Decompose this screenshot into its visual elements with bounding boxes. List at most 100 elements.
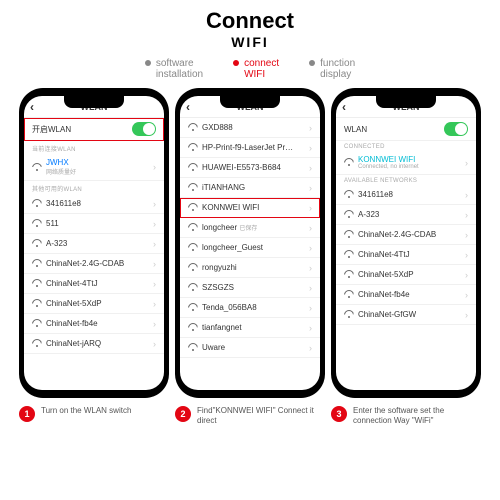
back-icon[interactable]: ‹: [342, 100, 346, 114]
network-row[interactable]: tianfangnet›: [180, 318, 320, 338]
toggle-on-icon[interactable]: [444, 122, 468, 136]
section-header: 其他可用的WLAN: [24, 181, 164, 194]
wifi-icon: [188, 344, 197, 351]
wifi-icon: [32, 280, 41, 287]
page-header: Connect WIFI: [0, 0, 500, 52]
step-number-badge: 3: [331, 406, 347, 422]
konnwei-wifi-row[interactable]: KONNWEI WIFI ›: [180, 198, 320, 218]
network-row[interactable]: ChinaNet-2.4G-CDAB›: [24, 254, 164, 274]
chevron-right-icon: ›: [465, 250, 468, 260]
wifi-icon: [32, 220, 41, 227]
network-row[interactable]: ChinaNet-4TtJ›: [336, 245, 476, 265]
network-row[interactable]: SZSGZS›: [180, 278, 320, 298]
wifi-icon: [188, 304, 197, 311]
caption-1: 1Turn on the WLAN switch: [19, 406, 169, 425]
network-row[interactable]: longcheer 已保存 ›: [180, 218, 320, 238]
network-row[interactable]: rongyuzhi›: [180, 258, 320, 278]
wifi-icon: [32, 340, 41, 347]
toggle-on-icon[interactable]: [132, 122, 156, 136]
caption-2: 2Find"KONNWEI WIFI" Connect it direct: [175, 406, 325, 425]
nav-bar: ‹ WLAN: [180, 96, 320, 118]
step-tabs: softwareinstallation connectWIFI functio…: [0, 58, 500, 80]
network-row[interactable]: HP-Print-f9-LaserJet Pro MFP›: [180, 138, 320, 158]
network-row[interactable]: A-323›: [24, 234, 164, 254]
chevron-right-icon: ›: [465, 190, 468, 200]
network-row[interactable]: ChinaNet-fb4e›: [336, 285, 476, 305]
screen-2: ‹ WLAN GXD888›HP-Print-f9-LaserJet Pro M…: [180, 96, 320, 390]
network-row[interactable]: Uware›: [180, 338, 320, 358]
step-number-badge: 2: [175, 406, 191, 422]
network-row[interactable]: ChinaNet-5XdP›: [336, 265, 476, 285]
phone-1: ‹ WLAN 开启WLAN 当前连接WLAN JWHX网络质量好 › 其他可用的…: [19, 88, 169, 398]
network-row[interactable]: 511›: [24, 214, 164, 234]
wifi-icon: [344, 211, 353, 218]
network-row[interactable]: ChinaNet-5XdP›: [24, 294, 164, 314]
page-title: Connect: [0, 8, 500, 34]
wifi-icon: [188, 124, 197, 131]
wifi-icon: [344, 311, 353, 318]
chevron-right-icon: ›: [309, 143, 312, 153]
tab-connect-wifi[interactable]: connectWIFI: [233, 58, 279, 80]
network-row[interactable]: Tenda_056BA8›: [180, 298, 320, 318]
section-header: CONNECTED: [336, 141, 476, 151]
chevron-right-icon: ›: [465, 310, 468, 320]
network-row[interactable]: A-323›: [336, 205, 476, 225]
nav-bar: ‹ WLAN: [336, 96, 476, 118]
network-row[interactable]: ChinaNet-fb4e›: [24, 314, 164, 334]
chevron-right-icon: ›: [309, 303, 312, 313]
network-row[interactable]: ChinaNet-2.4G-CDAB›: [336, 225, 476, 245]
chevron-right-icon: ›: [153, 199, 156, 209]
chevron-right-icon: ›: [309, 263, 312, 273]
wifi-icon: [32, 300, 41, 307]
wifi-icon: [32, 320, 41, 327]
chevron-right-icon: ›: [465, 290, 468, 300]
network-row[interactable]: ChinaNet-jARQ›: [24, 334, 164, 354]
wlan-switch-row[interactable]: WLAN: [336, 118, 476, 141]
chevron-right-icon: ›: [309, 203, 312, 213]
chevron-right-icon: ›: [465, 210, 468, 220]
network-row[interactable]: ChinaNet-GfGW›: [336, 305, 476, 325]
wifi-icon: [188, 244, 197, 251]
screen-1: ‹ WLAN 开启WLAN 当前连接WLAN JWHX网络质量好 › 其他可用的…: [24, 96, 164, 390]
network-row[interactable]: HUAWEI-E5573-B684›: [180, 158, 320, 178]
network-row[interactable]: 341611e8›: [336, 185, 476, 205]
wifi-icon: [32, 200, 41, 207]
chevron-right-icon: ›: [309, 283, 312, 293]
back-icon[interactable]: ‹: [30, 100, 34, 114]
network-row[interactable]: GXD888›: [180, 118, 320, 138]
chevron-right-icon: ›: [153, 279, 156, 289]
tab-software-installation[interactable]: softwareinstallation: [145, 58, 203, 80]
phones-row: ‹ WLAN 开启WLAN 当前连接WLAN JWHX网络质量好 › 其他可用的…: [0, 88, 500, 398]
page-subtitle: WIFI: [0, 34, 500, 50]
wifi-icon: [32, 240, 41, 247]
nav-title: WLAN: [393, 102, 420, 112]
wifi-icon: [344, 231, 353, 238]
chevron-right-icon: ›: [309, 183, 312, 193]
chevron-right-icon: ›: [309, 243, 312, 253]
step-number-badge: 1: [19, 406, 35, 422]
chevron-right-icon: ›: [153, 239, 156, 249]
wifi-icon: [344, 191, 353, 198]
nav-bar: ‹ WLAN: [24, 96, 164, 118]
nav-title: WLAN: [237, 102, 264, 112]
dot-icon: [233, 60, 239, 66]
wifi-icon: [188, 184, 197, 191]
connected-network-row[interactable]: JWHX网络质量好 ›: [24, 154, 164, 181]
wifi-icon: [188, 204, 197, 211]
chevron-right-icon: ›: [153, 219, 156, 229]
network-row[interactable]: iTIANHANG›: [180, 178, 320, 198]
network-row[interactable]: 341611e8›: [24, 194, 164, 214]
chevron-right-icon: ›: [309, 163, 312, 173]
back-icon[interactable]: ‹: [186, 100, 190, 114]
network-row[interactable]: longcheer_Guest›: [180, 238, 320, 258]
wlan-switch-label: 开启WLAN: [32, 124, 71, 135]
wlan-switch-row[interactable]: 开启WLAN: [24, 118, 164, 141]
tab-function-display[interactable]: functiondisplay: [309, 58, 355, 80]
wifi-icon: [344, 159, 353, 166]
wifi-icon: [344, 271, 353, 278]
network-row[interactable]: ChinaNet-4TtJ›: [24, 274, 164, 294]
chevron-right-icon: ›: [153, 319, 156, 329]
section-header: AVAILABLE NETWORKS: [336, 175, 476, 185]
screen-3: ‹ WLAN WLAN CONNECTED KONNWEI WIFIConnec…: [336, 96, 476, 390]
connected-network-row[interactable]: KONNWEI WIFIConnected, no internet ›: [336, 151, 476, 175]
